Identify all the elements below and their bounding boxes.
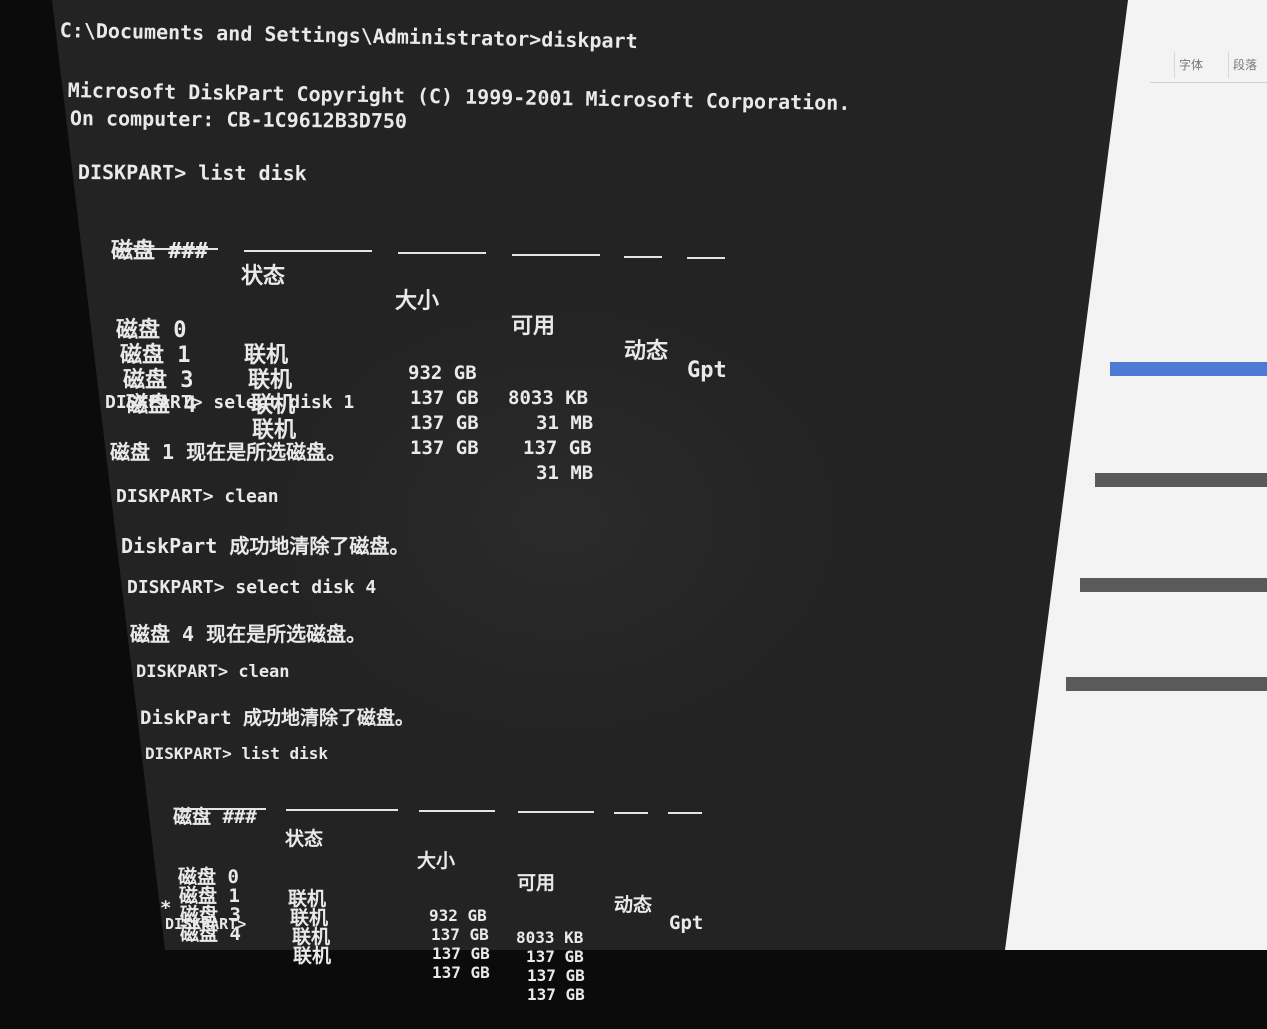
message-clean-success: DiskPart 成功地清除了磁盘。 (140, 707, 414, 729)
header-underline (687, 257, 725, 259)
header-underline (114, 248, 218, 250)
table-row: * 磁盘 4 联机 137 GB 137 GB (160, 875, 585, 1029)
cell-free: 31 MB (536, 412, 594, 434)
command-list-disk: DISKPART> list disk (145, 744, 329, 763)
cell-size: 137 GB (410, 437, 479, 459)
computer-name-line: On computer: CB-1C9612B3D750 (69, 106, 408, 133)
message-disk-selected: 磁盘 4 现在是所选磁盘。 (130, 622, 367, 646)
message-disk-selected: 磁盘 1 现在是所选磁盘。 (110, 440, 347, 464)
cell-size: 137 GB (431, 925, 489, 944)
header-size: 大小 (395, 289, 440, 314)
header-gpt: Gpt (687, 358, 727, 383)
cell-free: 137 GB (527, 985, 585, 1004)
header-underline (244, 250, 372, 252)
cell-free: 8033 KB (516, 928, 584, 947)
cell-size: 137 GB (432, 944, 490, 963)
window-edge-line (1080, 578, 1267, 592)
ribbon-area: 字体 段落 (1150, 0, 1267, 83)
header-underline (624, 256, 662, 258)
ribbon-font-cell[interactable]: 字体 (1174, 52, 1203, 78)
header-underline (419, 810, 495, 812)
header-underline (668, 812, 702, 814)
header-dynamic: 动态 (614, 894, 653, 916)
cell-size: 932 GB (408, 362, 477, 384)
header-size: 大小 (417, 850, 456, 872)
message-clean-success: DiskPart 成功地清除了磁盘。 (121, 534, 410, 558)
header-underline (518, 811, 594, 813)
header-gpt: Gpt (669, 912, 704, 934)
selection-highlight-bar (1110, 362, 1267, 376)
header-underline (286, 809, 398, 811)
command-list-disk: DISKPART> list disk (77, 160, 307, 186)
command-select-disk-4: DISKPART> select disk 4 (127, 577, 377, 598)
cell-size: 137 GB (432, 963, 490, 982)
header-status: 状态 (285, 828, 324, 850)
header-underline (614, 812, 648, 814)
cell-free: 31 MB (536, 462, 594, 484)
header-underline (176, 808, 266, 810)
cell-size: 932 GB (429, 906, 487, 925)
window-edge-line (1095, 473, 1267, 487)
cell-status: 联机 (293, 945, 332, 967)
header-status: 状态 (241, 264, 286, 289)
cell-free: 8033 KB (508, 387, 589, 409)
ribbon-paragraph-cell[interactable]: 段落 (1228, 52, 1257, 78)
header-underline (512, 254, 600, 256)
header-free: 可用 (511, 314, 556, 339)
command-select-disk-1: DISKPART> select disk 1 (105, 392, 355, 413)
command-clean: DISKPART> clean (136, 662, 290, 682)
header-underline (398, 252, 486, 254)
header-free: 可用 (517, 872, 556, 894)
cell-free: 137 GB (523, 437, 592, 459)
command-clean: DISKPART> clean (116, 486, 279, 507)
header-dynamic: 动态 (624, 339, 669, 364)
current-disk-marker (114, 362, 127, 387)
cell-size: 137 GB (410, 387, 479, 409)
diskpart-prompt[interactable]: DISKPART> (165, 915, 246, 933)
window-edge-line (1066, 677, 1267, 691)
cell-size: 137 GB (410, 412, 479, 434)
cell-free: 137 GB (527, 966, 585, 985)
